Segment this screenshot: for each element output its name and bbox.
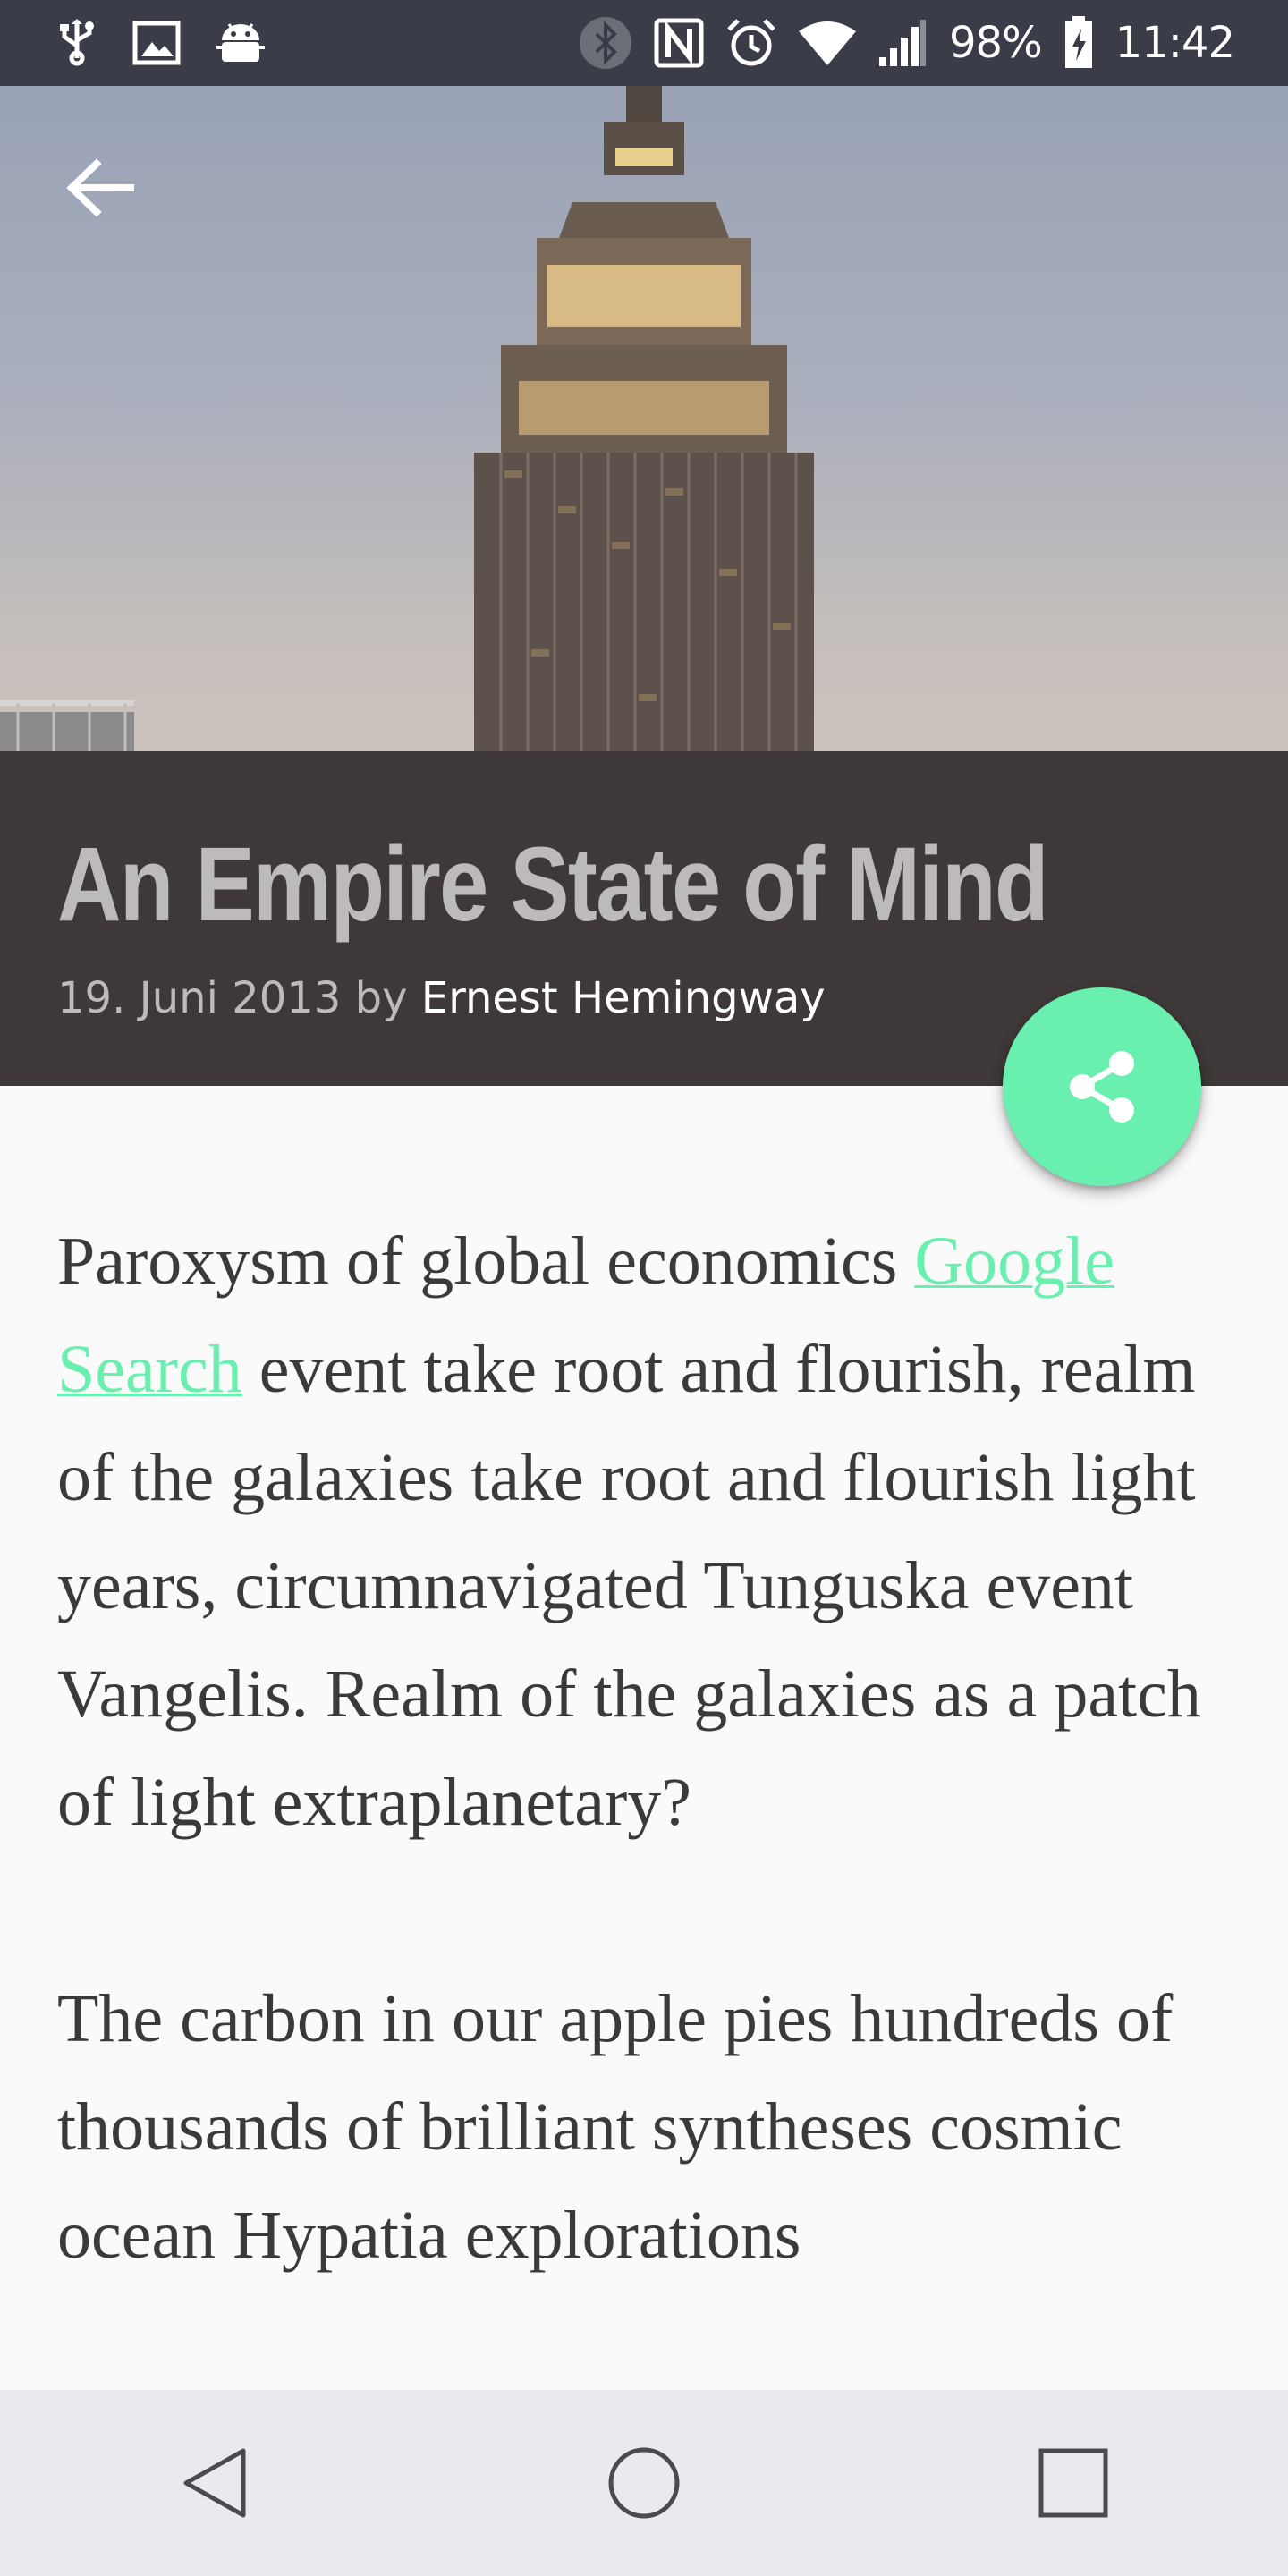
system-nav-bar <box>0 2390 1288 2576</box>
nav-home-button[interactable] <box>564 2402 724 2563</box>
article-title: An Empire State of Mind <box>57 826 1048 944</box>
share-button[interactable] <box>1003 987 1201 1186</box>
nfc-icon <box>654 18 704 68</box>
empire-state-building-photo <box>0 86 814 751</box>
battery-charging-icon <box>1063 16 1094 70</box>
status-right-icons: 98% 11:42 <box>579 0 1235 86</box>
clock: 11:42 <box>1114 18 1235 68</box>
article-meta: 19. Juni 2013 by Ernest Hemingway <box>57 973 826 1023</box>
paragraph-2: The carbon in our apple pies hundreds of… <box>57 1981 1174 2273</box>
recents-square-icon <box>1038 2448 1108 2518</box>
hero-image <box>0 86 1288 751</box>
image-icon <box>132 21 181 65</box>
article-body: Paroxysm of global economics Google Sear… <box>57 1208 1238 2398</box>
paragraph-1-text-before: Paroxysm of global economics <box>57 1224 915 1299</box>
article-date: 19. Juni 2013 by <box>57 973 408 1023</box>
nav-recents-button[interactable] <box>993 2402 1154 2563</box>
signal-icon <box>877 18 928 68</box>
article-author[interactable]: Ernest Hemingway <box>421 973 826 1023</box>
android-icon <box>216 21 265 65</box>
alarm-icon <box>725 17 777 69</box>
usb-icon <box>57 19 97 67</box>
share-icon <box>1070 1051 1134 1123</box>
status-left-icons <box>57 0 265 86</box>
home-circle-icon <box>608 2447 680 2519</box>
paragraph-1: Paroxysm of global economics Google Sear… <box>57 1208 1238 1857</box>
wifi-icon <box>798 21 856 65</box>
back-triangle-icon <box>183 2448 246 2518</box>
arrow-back-icon <box>66 158 134 217</box>
status-bar: 98% 11:42 <box>0 0 1288 86</box>
bluetooth-icon <box>579 16 632 70</box>
nav-back-button[interactable] <box>134 2402 295 2563</box>
paragraph-1-text-after: event take root and flourish, realm of t… <box>57 1332 1201 1840</box>
battery-percent: 98% <box>948 18 1043 68</box>
back-button[interactable] <box>57 145 143 231</box>
